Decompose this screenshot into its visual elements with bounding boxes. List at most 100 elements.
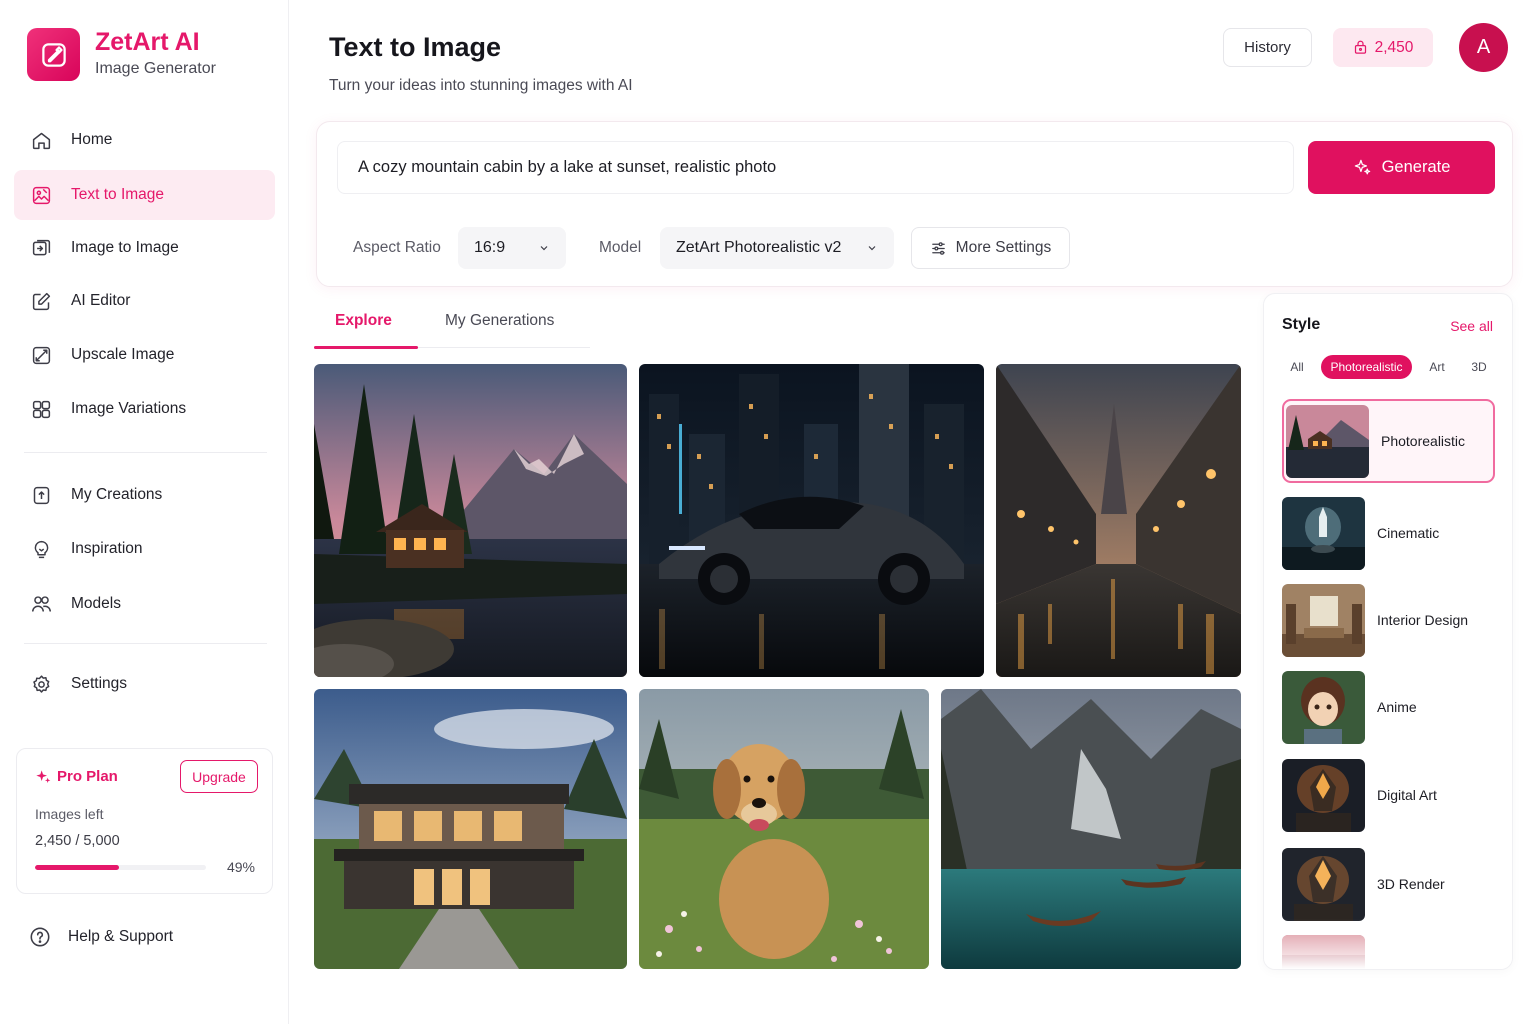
more-settings-label: More Settings <box>955 239 1052 256</box>
plan-title: Pro Plan <box>35 768 118 785</box>
see-all-link[interactable]: See all <box>1450 318 1493 334</box>
usage-progress-fill <box>35 865 119 870</box>
sidebar-item-label: My Creations <box>71 486 163 503</box>
sidebar-item-label: Upscale Image <box>71 346 175 363</box>
sidebar-divider <box>24 452 267 453</box>
credits-icon <box>1354 40 1366 54</box>
style-name: Photorealistic <box>1381 433 1466 449</box>
sidebar-item-label: Inspiration <box>71 540 143 557</box>
tab-explore[interactable]: Explore <box>335 312 392 330</box>
active-tab-indicator <box>314 346 418 349</box>
style-name: Interior Design <box>1377 612 1469 628</box>
upgrade-button[interactable]: Upgrade <box>180 760 258 793</box>
style-thumbnail <box>1282 496 1365 570</box>
variations-icon <box>30 398 52 420</box>
chevron-down-icon <box>540 246 548 251</box>
gallery-image-car[interactable] <box>639 364 984 677</box>
style-title: Style <box>1282 316 1321 333</box>
sidebar-item-image-variations[interactable]: Image Variations <box>14 384 275 434</box>
style-filter-3d[interactable]: 3D <box>1462 355 1496 379</box>
style-filter-photorealistic[interactable]: Photorealistic <box>1321 355 1412 379</box>
style-option-interior-design[interactable]: Interior Design <box>1282 578 1495 662</box>
sidebar-item-label: Text to Image <box>71 186 165 203</box>
prompt-input[interactable] <box>337 141 1294 194</box>
style-name: Anime <box>1377 699 1417 715</box>
sidebar-item-label: Image Variations <box>71 400 187 417</box>
gallery-image-alpine-lake[interactable] <box>941 689 1241 969</box>
inspiration-icon <box>30 538 52 560</box>
images-left-count: 2,450 / 5,000 <box>35 833 120 849</box>
home-icon <box>30 129 52 151</box>
help-icon <box>30 927 50 947</box>
sidebar-item-text-to-image[interactable]: Text to Image <box>14 170 275 220</box>
gallery-image-cabin[interactable] <box>314 364 627 677</box>
gallery-image-house[interactable] <box>314 689 627 969</box>
style-option-digital-art[interactable]: Digital Art <box>1282 753 1495 837</box>
text-to-image-icon <box>30 184 52 206</box>
plan-title-label: Pro Plan <box>57 768 118 785</box>
style-option-3d-render[interactable]: 3D Render <box>1282 842 1495 926</box>
more-settings-button[interactable]: More Settings <box>911 227 1070 269</box>
sliders-icon <box>931 241 945 255</box>
sidebar-item-home[interactable]: Home <box>14 115 275 165</box>
style-thumbnail <box>1282 847 1365 921</box>
sidebar-item-models[interactable]: Models <box>14 579 275 629</box>
sidebar-item-label: Settings <box>71 675 128 692</box>
images-left-label: Images left <box>35 806 104 822</box>
sidebar-item-settings[interactable]: Settings <box>14 659 275 709</box>
edit-icon <box>30 290 52 312</box>
creations-icon <box>30 484 52 506</box>
style-thumbnail <box>1282 758 1365 832</box>
style-thumbnail <box>1282 583 1365 657</box>
style-thumbnail <box>1286 404 1369 478</box>
sparkle-icon <box>36 769 51 783</box>
gear-icon <box>30 673 52 695</box>
style-option-anime[interactable]: Anime <box>1282 665 1495 749</box>
help-label: Help & Support <box>68 928 174 945</box>
model-value: ZetArt Photorealistic v2 <box>676 239 842 256</box>
sidebar: ZetArt AI Image Generator Home Text to I… <box>0 0 289 1024</box>
credits-badge[interactable]: 2,450 <box>1333 28 1433 67</box>
aspect-ratio-value: 16:9 <box>474 239 506 256</box>
style-option-cinematic[interactable]: Cinematic <box>1282 491 1495 575</box>
help-support-link[interactable]: Help & Support <box>29 926 173 948</box>
sidebar-item-image-to-image[interactable]: Image to Image <box>14 223 275 273</box>
brand-subtitle: Image Generator <box>95 60 216 77</box>
sidebar-item-upscale-image[interactable]: Upscale Image <box>14 330 275 380</box>
aspect-ratio-label: Aspect Ratio <box>353 239 441 256</box>
style-list-fade <box>1264 919 1512 969</box>
generate-button[interactable]: Generate <box>1308 141 1495 194</box>
style-option-photorealistic[interactable]: Photorealistic <box>1282 399 1495 483</box>
sidebar-item-inspiration[interactable]: Inspiration <box>14 524 275 574</box>
sidebar-item-label: AI Editor <box>71 292 131 309</box>
style-filter-art[interactable]: Art <box>1421 355 1453 379</box>
gallery-image-dog[interactable] <box>639 689 929 969</box>
style-thumbnail <box>1282 670 1365 744</box>
style-name: 3D Render <box>1377 876 1445 892</box>
tab-my-generations[interactable]: My Generations <box>445 312 554 330</box>
sidebar-item-label: Image to Image <box>71 239 179 256</box>
credits-count: 2,450 <box>1374 38 1414 56</box>
brand-name[interactable]: ZetArt AI <box>95 28 200 57</box>
model-select[interactable]: ZetArt Photorealistic v2 <box>660 227 894 269</box>
generate-label: Generate <box>1381 158 1451 176</box>
avatar[interactable]: A <box>1459 23 1508 72</box>
style-name: Digital Art <box>1377 787 1437 803</box>
style-name: Cinematic <box>1377 525 1440 541</box>
sidebar-item-my-creations[interactable]: My Creations <box>14 470 275 520</box>
upscale-icon <box>30 344 52 366</box>
models-icon <box>30 593 52 615</box>
magic-pen-icon[interactable] <box>27 28 80 81</box>
sidebar-item-ai-editor[interactable]: AI Editor <box>14 276 275 326</box>
page-subtitle: Turn your ideas into stunning images wit… <box>329 77 633 94</box>
aspect-ratio-select[interactable]: 16:9 <box>458 227 566 269</box>
history-button[interactable]: History <box>1223 28 1312 67</box>
style-filter-all[interactable]: All <box>1282 355 1312 379</box>
sidebar-item-label: Home <box>71 131 113 148</box>
usage-percent: 49% <box>226 859 255 875</box>
gallery-tabs: Explore My Generations <box>314 296 590 349</box>
sidebar-divider <box>24 643 267 644</box>
image-to-image-icon <box>30 237 52 259</box>
model-label: Model <box>599 239 642 256</box>
gallery-image-street[interactable] <box>996 364 1241 677</box>
